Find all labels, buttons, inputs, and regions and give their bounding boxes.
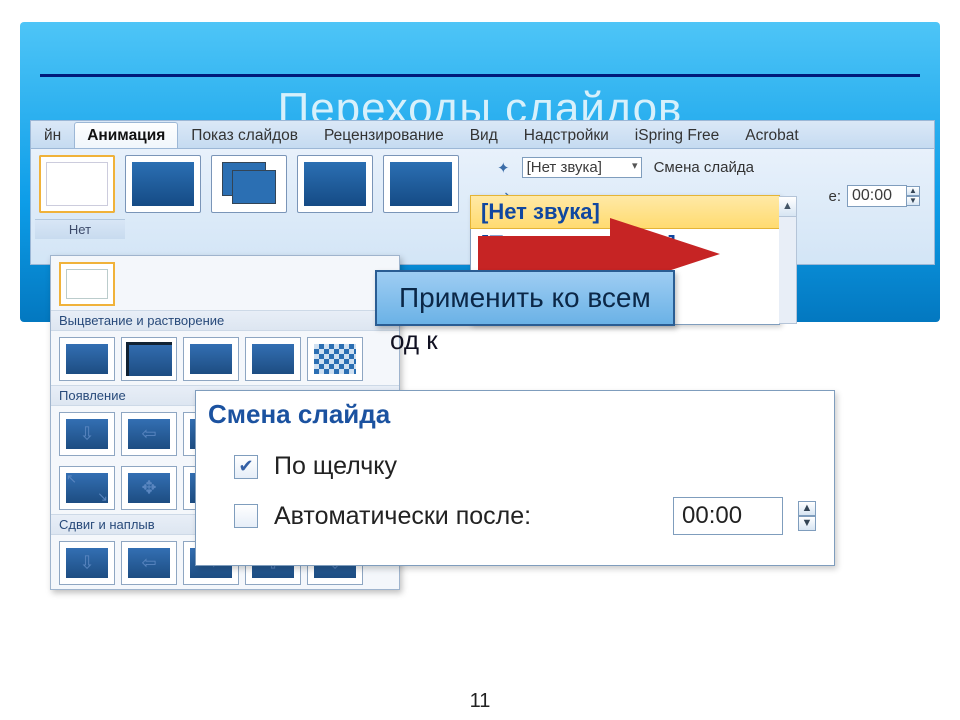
obscured-text-fragment: од к [390,325,438,356]
callout-arrow [478,236,618,270]
auto-after-spinner[interactable]: ▲▼ [798,501,816,531]
transition-thumb[interactable] [211,155,287,213]
gallery-thumb[interactable] [121,337,177,381]
ribbon-tab-animation[interactable]: Анимация [74,122,178,148]
auto-after-time[interactable]: 00:00 [673,497,783,535]
gallery-thumb-none[interactable] [59,262,115,306]
title-underline [40,74,920,77]
ribbon-tab-ispring[interactable]: iSpring Free [622,122,732,148]
auto-after-checkbox[interactable] [234,504,258,528]
dropdown-scrollbar[interactable]: ▲ [779,196,797,324]
gallery-thumb[interactable]: ✥ [121,466,177,510]
gallery-thumb[interactable]: ⇦ [121,541,177,585]
ribbon-tab-acrobat[interactable]: Acrobat [732,122,811,148]
gallery-thumb[interactable] [245,337,301,381]
ribbon-tab-review[interactable]: Рецензирование [311,122,457,148]
ribbon-after-spinner[interactable]: ▲▼ [906,186,920,206]
gallery-thumb[interactable] [307,337,363,381]
gallery-thumb[interactable] [183,337,239,381]
slide-page-number: 11 [0,690,960,713]
ribbon-tab-view[interactable]: Вид [457,122,511,148]
transition-sound-select[interactable]: [Нет звука] [522,157,642,178]
group-label-none: Нет [35,219,125,239]
options-heading: Смена слайда [208,399,822,430]
ribbon-tabstrip: йн Анимация Показ слайдов Рецензирование… [31,121,934,149]
on-click-checkbox[interactable]: ✔ [234,455,258,479]
apply-to-all-callout: Применить ко всем [375,270,675,326]
transition-thumb[interactable] [383,155,459,213]
ribbon-tab-slideshow[interactable]: Показ слайдов [178,122,311,148]
transition-thumbs [35,155,459,213]
preview-icon[interactable]: ✦ [497,159,510,177]
change-slide-label: Смена слайда [654,159,754,176]
gallery-thumb[interactable]: ⇩ [59,541,115,585]
gallery-thumb[interactable] [59,337,115,381]
auto-after-label: Автоматически после: [274,502,531,531]
gallery-thumb[interactable]: ↖↘ [59,466,115,510]
gallery-heading: Выцветание и растворение [51,310,399,331]
gallery-thumb[interactable]: ⇦ [121,412,177,456]
gallery-thumb[interactable]: ⇩ [59,412,115,456]
transition-thumb[interactable] [297,155,373,213]
transition-none-thumb[interactable] [39,155,115,213]
on-click-label: По щелчку [274,452,397,481]
transition-thumb[interactable] [125,155,201,213]
ribbon-after-time[interactable]: 00:00 [847,185,907,207]
ribbon-tab-design[interactable]: йн [31,122,74,148]
after-suffix: е: [828,188,841,205]
ribbon-tab-addins[interactable]: Надстройки [511,122,622,148]
slide-change-options: Смена слайда ✔ По щелчку Автоматически п… [195,390,835,566]
